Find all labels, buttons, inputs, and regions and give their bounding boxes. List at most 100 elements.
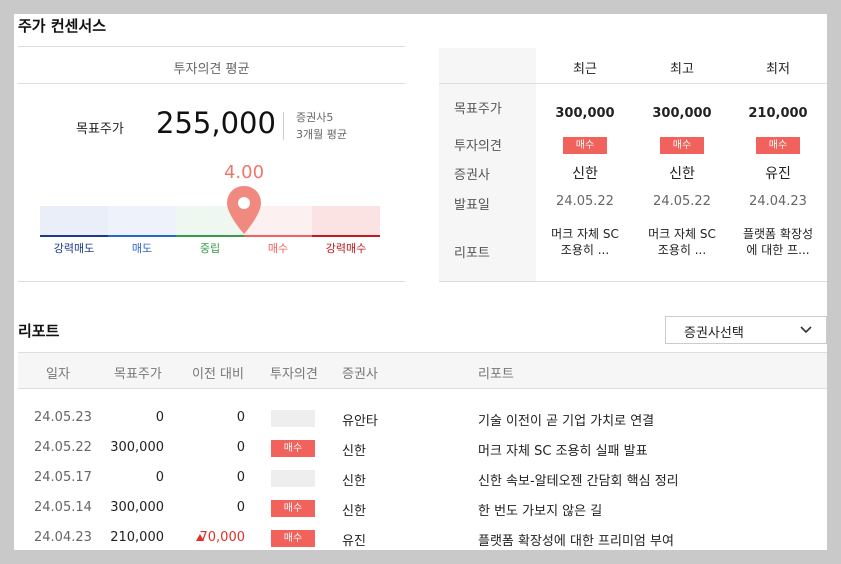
- scale-label: 강력매수: [325, 242, 367, 255]
- report-date: 24.05.22: [34, 440, 92, 455]
- report-line: 에 대한 프...: [746, 243, 810, 257]
- divider: [283, 112, 284, 140]
- report-broker: 유안타: [342, 414, 378, 429]
- table-row[interactable]: 24.05.14 300,000 0 매수 신한 한 번도 가보지 않은 길: [14, 494, 827, 524]
- col-highest: 최고: [670, 62, 694, 77]
- report-change: 0: [236, 470, 245, 485]
- location-pin-icon: [227, 186, 261, 234]
- report-title-link: 한 번도 가보지 않은 길: [478, 504, 603, 519]
- report-date: 24.04.23: [34, 530, 92, 545]
- scale-line: [312, 235, 380, 237]
- report-broker: 신한: [342, 444, 366, 459]
- lowest-opinion-badge: 매수: [756, 137, 800, 154]
- report-opinion-empty: [271, 470, 315, 487]
- highest-broker: 신한: [669, 166, 695, 182]
- report-change: 0: [236, 410, 245, 425]
- table-row[interactable]: 24.04.23 210,000 70,000 매수 유진 플랫폼 확장성에 대한 프리미…: [14, 524, 827, 550]
- scale-label: 중립: [199, 242, 221, 255]
- report-opinion-badge: 매수: [271, 530, 315, 547]
- row-label-report: 리포트: [454, 246, 490, 261]
- highest-opinion-badge: 매수: [660, 137, 704, 154]
- report-title-link: 신한 속보-알테오젠 간담회 핵심 정리: [478, 474, 679, 489]
- report-line: 조용히 ...: [560, 243, 610, 257]
- scale-segment: [40, 206, 108, 237]
- scale-segment: [312, 206, 380, 237]
- report-line: 머크 자체 SC: [551, 227, 619, 241]
- reports-title: 리포트: [18, 322, 60, 340]
- header-target: 목표주가: [114, 367, 162, 382]
- chevron-down-icon: [800, 326, 812, 334]
- scale-line: [40, 235, 108, 237]
- average-period: 3개월 평균: [296, 128, 347, 141]
- lowest-target: 210,000: [748, 106, 808, 121]
- target-price-label: 목표주가: [76, 122, 124, 137]
- opinion-score: 4.00: [223, 162, 265, 183]
- scale-segment: [108, 206, 176, 237]
- row-label-target: 목표주가: [454, 102, 502, 117]
- consensus-panel: 주가 컨센서스 투자의견 평균 목표주가 255,000 증권사5 3개월 평균…: [14, 14, 827, 550]
- col-recent: 최근: [573, 62, 597, 77]
- report-line: 머크 자체 SC: [648, 227, 716, 241]
- report-change: 0: [236, 440, 245, 455]
- highest-report-link[interactable]: 머크 자체 SC 조용히 ...: [632, 226, 732, 258]
- divider: [18, 83, 405, 84]
- report-broker: 유진: [342, 534, 366, 549]
- report-opinion-empty: [271, 410, 315, 427]
- report-date: 24.05.23: [34, 410, 92, 425]
- scale-line: [244, 235, 312, 237]
- scale-label: 매도: [131, 242, 153, 255]
- divider: [18, 46, 405, 47]
- table-row[interactable]: 24.05.17 0 0 신한 신한 속보-알테오젠 간담회 핵심 정리: [14, 464, 827, 494]
- recent-broker: 신한: [572, 166, 598, 182]
- target-price-value: 255,000: [156, 106, 276, 140]
- brokers-count: 증권사5: [296, 111, 334, 124]
- broker-select[interactable]: 증권사선택: [665, 316, 827, 344]
- header-date: 일자: [46, 367, 70, 382]
- scale-line: [108, 235, 176, 237]
- report-target: 210,000: [110, 530, 164, 545]
- highest-date: 24.05.22: [653, 194, 711, 209]
- report-title-link: 머크 자체 SC 조용히 실패 발표: [478, 444, 648, 459]
- row-label-date: 발표일: [454, 198, 490, 213]
- report-opinion-badge: 매수: [271, 500, 315, 517]
- col-lowest: 최저: [766, 62, 790, 77]
- scale-label: 강력매도: [53, 242, 95, 255]
- highest-target: 300,000: [652, 106, 712, 121]
- report-line: 조용히 ...: [657, 243, 707, 257]
- report-broker: 신한: [342, 474, 366, 489]
- header-opinion: 투자의견: [270, 367, 318, 382]
- report-target: 300,000: [110, 500, 164, 515]
- section-title: 주가 컨센서스: [18, 17, 107, 35]
- broker-select-label: 증권사선택: [684, 326, 744, 341]
- lowest-broker: 유진: [765, 166, 791, 182]
- divider: [439, 281, 827, 282]
- report-change: 70,000: [199, 530, 246, 545]
- report-target: 0: [155, 470, 164, 485]
- recent-opinion-badge: 매수: [563, 137, 607, 154]
- lowest-report-link[interactable]: 플랫폼 확장성 에 대한 프...: [728, 226, 827, 258]
- divider: [439, 83, 827, 84]
- report-broker: 신한: [342, 504, 366, 519]
- header-change: 이전 대비: [192, 367, 244, 382]
- report-date: 24.05.14: [34, 500, 92, 515]
- scale-label: 매수: [267, 242, 289, 255]
- report-date: 24.05.17: [34, 470, 92, 485]
- recent-report-link[interactable]: 머크 자체 SC 조용히 ...: [535, 226, 635, 258]
- report-title-link: 플랫폼 확장성에 대한 프리미엄 부여: [478, 534, 674, 549]
- report-title-link: 기술 이전이 곧 기업 가치로 연결: [478, 414, 655, 429]
- report-opinion-badge: 매수: [271, 440, 315, 457]
- table-row[interactable]: 24.05.22 300,000 0 매수 신한 머크 자체 SC 조용히 실패 발표: [14, 434, 827, 464]
- row-label-opinion: 투자의견: [454, 139, 502, 154]
- divider: [18, 281, 405, 282]
- scale-line: [176, 235, 244, 237]
- row-label-broker: 증권사: [454, 168, 490, 183]
- report-target: 300,000: [110, 440, 164, 455]
- report-target: 0: [155, 410, 164, 425]
- header-broker: 증권사: [342, 367, 378, 382]
- header-report: 리포트: [478, 367, 514, 382]
- table-row[interactable]: 24.05.23 0 0 유안타 기술 이전이 곧 기업 가치로 연결: [14, 404, 827, 434]
- report-change: 0: [236, 500, 245, 515]
- opinion-average-header: 투자의견 평균: [173, 62, 250, 77]
- recent-target: 300,000: [555, 106, 615, 121]
- report-line: 플랫폼 확장성: [742, 227, 814, 241]
